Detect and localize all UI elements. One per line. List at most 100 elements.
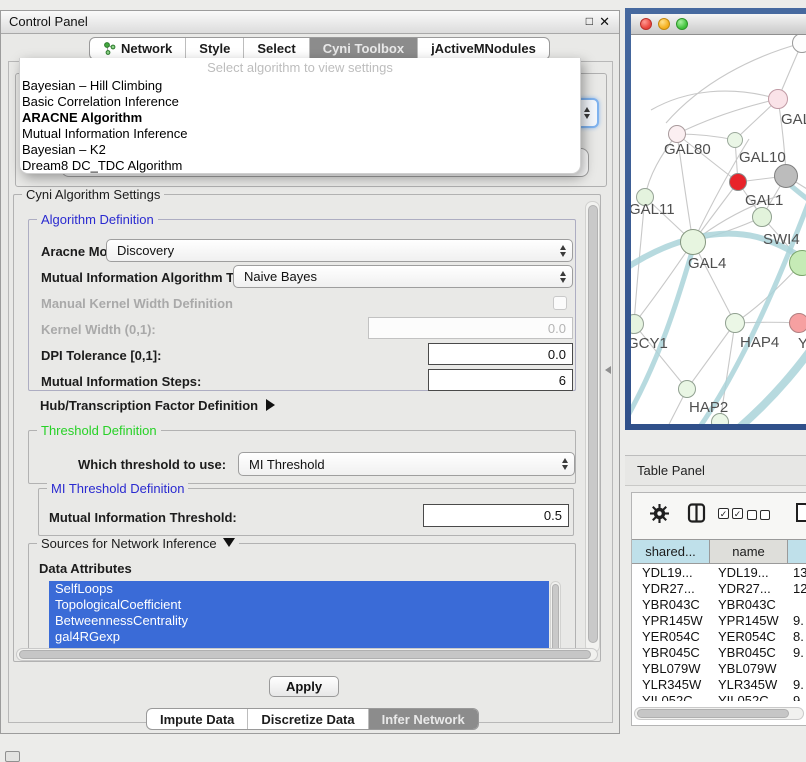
table-row[interactable]: YDR27...YDR27...12 — [632, 581, 806, 597]
dpi-tolerance-label: DPI Tolerance [0,1]: — [41, 348, 161, 363]
manual-kernel-checkbox[interactable] — [553, 296, 567, 310]
which-threshold-combo[interactable]: MI Threshold — [238, 452, 575, 476]
algorithm-option-basic-correlation-inference[interactable]: Basic Correlation Inference — [20, 94, 580, 110]
column-header-shared-name[interactable]: shared... — [632, 540, 710, 563]
minimize-traffic-light-icon[interactable] — [658, 18, 670, 30]
table-panel-header: Table Panel — [625, 455, 806, 486]
algorithm-option-mutual-information-inference[interactable]: Mutual Information Inference — [20, 126, 580, 142]
column-header-name[interactable]: name — [710, 540, 788, 563]
zoom-traffic-light-icon[interactable] — [676, 18, 688, 30]
sources-label[interactable]: Sources for Network Inference — [37, 536, 239, 551]
table-row[interactable]: YER054CYER054C8. — [632, 629, 806, 645]
tab-impute-data[interactable]: Impute Data — [147, 709, 248, 729]
gear-icon[interactable] — [650, 504, 669, 523]
network-node-unnamed[interactable] — [774, 164, 798, 188]
cell-name: YBL079W — [710, 661, 788, 677]
settings-horizontal-scrollbar[interactable] — [16, 648, 598, 661]
algorithm-definition-group: Algorithm Definition Aracne Mode: Discov… — [28, 219, 576, 391]
node-label-hap4: HAP4 — [740, 334, 779, 351]
file-icon[interactable] — [795, 502, 806, 523]
network-window-titlebar[interactable] — [631, 14, 806, 35]
close-window-icon[interactable]: ✕ — [599, 14, 610, 30]
cell-value: 8. — [788, 629, 806, 645]
network-node-hap2[interactable] — [678, 380, 696, 398]
cyni-mode-tabs: Impute DataDiscretize Data Infer Network — [146, 708, 479, 730]
settings-hscroll-thumb[interactable] — [19, 650, 591, 659]
tab-label: Infer Network — [382, 712, 465, 727]
node-label-gal4: GAL4 — [688, 255, 726, 272]
collapse-down-icon — [223, 538, 235, 547]
mi-type-combo[interactable]: Naive Bayes — [233, 265, 573, 288]
network-canvas[interactable]: GALGAL80GAL10GAL1GAL11SWI4GAL4GCY1HAP4YH… — [631, 35, 806, 424]
screenshot-root: Control Panel □ ✕ NetworkStyleSelectCyni… — [0, 0, 806, 762]
network-node-y[interactable] — [789, 313, 806, 333]
tab-jactivemnodules[interactable]: jActiveMNodules — [418, 38, 549, 59]
tab-cyni-toolbox[interactable]: Cyni Toolbox — [310, 38, 418, 59]
aracne-mode-combo[interactable]: Discovery — [106, 239, 573, 262]
tab-select[interactable]: Select — [244, 38, 309, 59]
network-node-gal4[interactable] — [680, 229, 706, 255]
panel-divider-handle[interactable] — [605, 366, 611, 374]
tab-network[interactable]: Network — [90, 38, 186, 59]
network-node-hap4[interactable] — [725, 313, 745, 333]
data-attribute-gal4rgexp[interactable]: gal4RGexp — [49, 629, 549, 645]
table-hscroll-thumb[interactable] — [637, 709, 789, 718]
tab-style[interactable]: Style — [186, 38, 244, 59]
apply-button[interactable]: Apply — [269, 676, 339, 697]
combo-arrows-icon — [560, 240, 566, 261]
control-panel-tabs: NetworkStyleSelectCyni Toolbox jActiveMNo… — [89, 37, 550, 60]
table-row[interactable]: YIL052CYIL052C9. — [632, 693, 806, 701]
table-rows: YDL19...YDL19...13YDR27...YDR27...12YBR0… — [632, 565, 806, 701]
bottom-left-widget[interactable] — [5, 751, 20, 762]
hub-transcription-expander[interactable]: Hub/Transcription Factor Definition — [40, 398, 275, 413]
tab-infer-network[interactable]: Infer Network — [369, 709, 478, 729]
control-panel-window: Control Panel □ ✕ NetworkStyleSelectCyni… — [0, 10, 620, 734]
node-label-gal80: GAL80 — [664, 141, 711, 158]
float-window-icon[interactable]: □ — [586, 14, 593, 28]
algorithm-option-bayesian-hill-climbing[interactable]: Bayesian – Hill Climbing — [20, 78, 580, 94]
tab-label: jActiveMNodules — [431, 41, 536, 56]
column-header-partial[interactable] — [788, 540, 806, 563]
table-row[interactable]: YLR345WYLR345W9. — [632, 677, 806, 693]
cell-shared-name: YIL052C — [632, 693, 710, 701]
cell-value — [788, 661, 806, 677]
algorithm-option-dream8-dc-tdc-algorithm[interactable]: Dream8 DC_TDC Algorithm — [20, 158, 580, 174]
kernel-width-field[interactable]: 0.0 — [368, 317, 573, 339]
network-node-gal10[interactable] — [727, 132, 743, 148]
dpi-tolerance-field[interactable]: 0.0 — [428, 343, 573, 365]
node-label-gal1: GAL1 — [745, 192, 783, 209]
cell-name: YER054C — [710, 629, 788, 645]
algorithm-option-bayesian-k2[interactable]: Bayesian – K2 — [20, 142, 580, 158]
data-attribute-betweennesscentrality[interactable]: BetweennessCentrality — [49, 613, 549, 629]
deselect-all-columns-icon[interactable] — [747, 509, 773, 520]
node-label-y: Y — [798, 335, 806, 352]
table-row[interactable]: YPR145WYPR145W9. — [632, 613, 806, 629]
settings-vertical-scrollbar[interactable] — [585, 201, 600, 653]
select-all-columns-icon[interactable]: ✓✓ — [718, 508, 746, 519]
table-row[interactable]: YDL19...YDL19...13 — [632, 565, 806, 581]
network-node-gal1[interactable] — [729, 173, 747, 191]
algorithm-placeholder: Select algorithm to view settings — [20, 58, 580, 78]
tab-discretize-data[interactable]: Discretize Data — [248, 709, 368, 729]
which-threshold-label: Which threshold to use: — [78, 457, 226, 472]
close-traffic-light-icon[interactable] — [640, 18, 652, 30]
attributes-scroll-thumb[interactable] — [552, 584, 559, 654]
algorithm-option-aracne-algorithm[interactable]: ARACNE Algorithm — [20, 110, 580, 126]
mi-threshold-field[interactable]: 0.5 — [423, 504, 569, 527]
table-row[interactable]: YBR043CYBR043C — [632, 597, 806, 613]
network-node-swi4[interactable] — [752, 207, 772, 227]
data-attribute-topologicalcoefficient[interactable]: TopologicalCoefficient — [49, 597, 549, 613]
split-column-view-icon[interactable] — [687, 503, 706, 523]
table-row[interactable]: YBR045CYBR045C9. — [632, 645, 806, 661]
expand-right-icon — [266, 399, 275, 411]
algorithm-option-list: Bayesian – Hill ClimbingBasic Correlatio… — [20, 78, 580, 174]
manual-kernel-label: Manual Kernel Width Definition — [41, 296, 233, 311]
data-attribute-selfloops[interactable]: SelfLoops — [49, 581, 549, 597]
mi-steps-field[interactable]: 6 — [428, 369, 573, 391]
table-horizontal-scrollbar[interactable] — [634, 707, 804, 720]
network-node-gal[interactable] — [768, 89, 788, 109]
table-row[interactable]: YBL079WYBL079W — [632, 661, 806, 677]
settings-vscroll-thumb[interactable] — [588, 205, 598, 643]
cell-value: 12 — [788, 581, 806, 597]
cell-shared-name: YBR045C — [632, 645, 710, 661]
